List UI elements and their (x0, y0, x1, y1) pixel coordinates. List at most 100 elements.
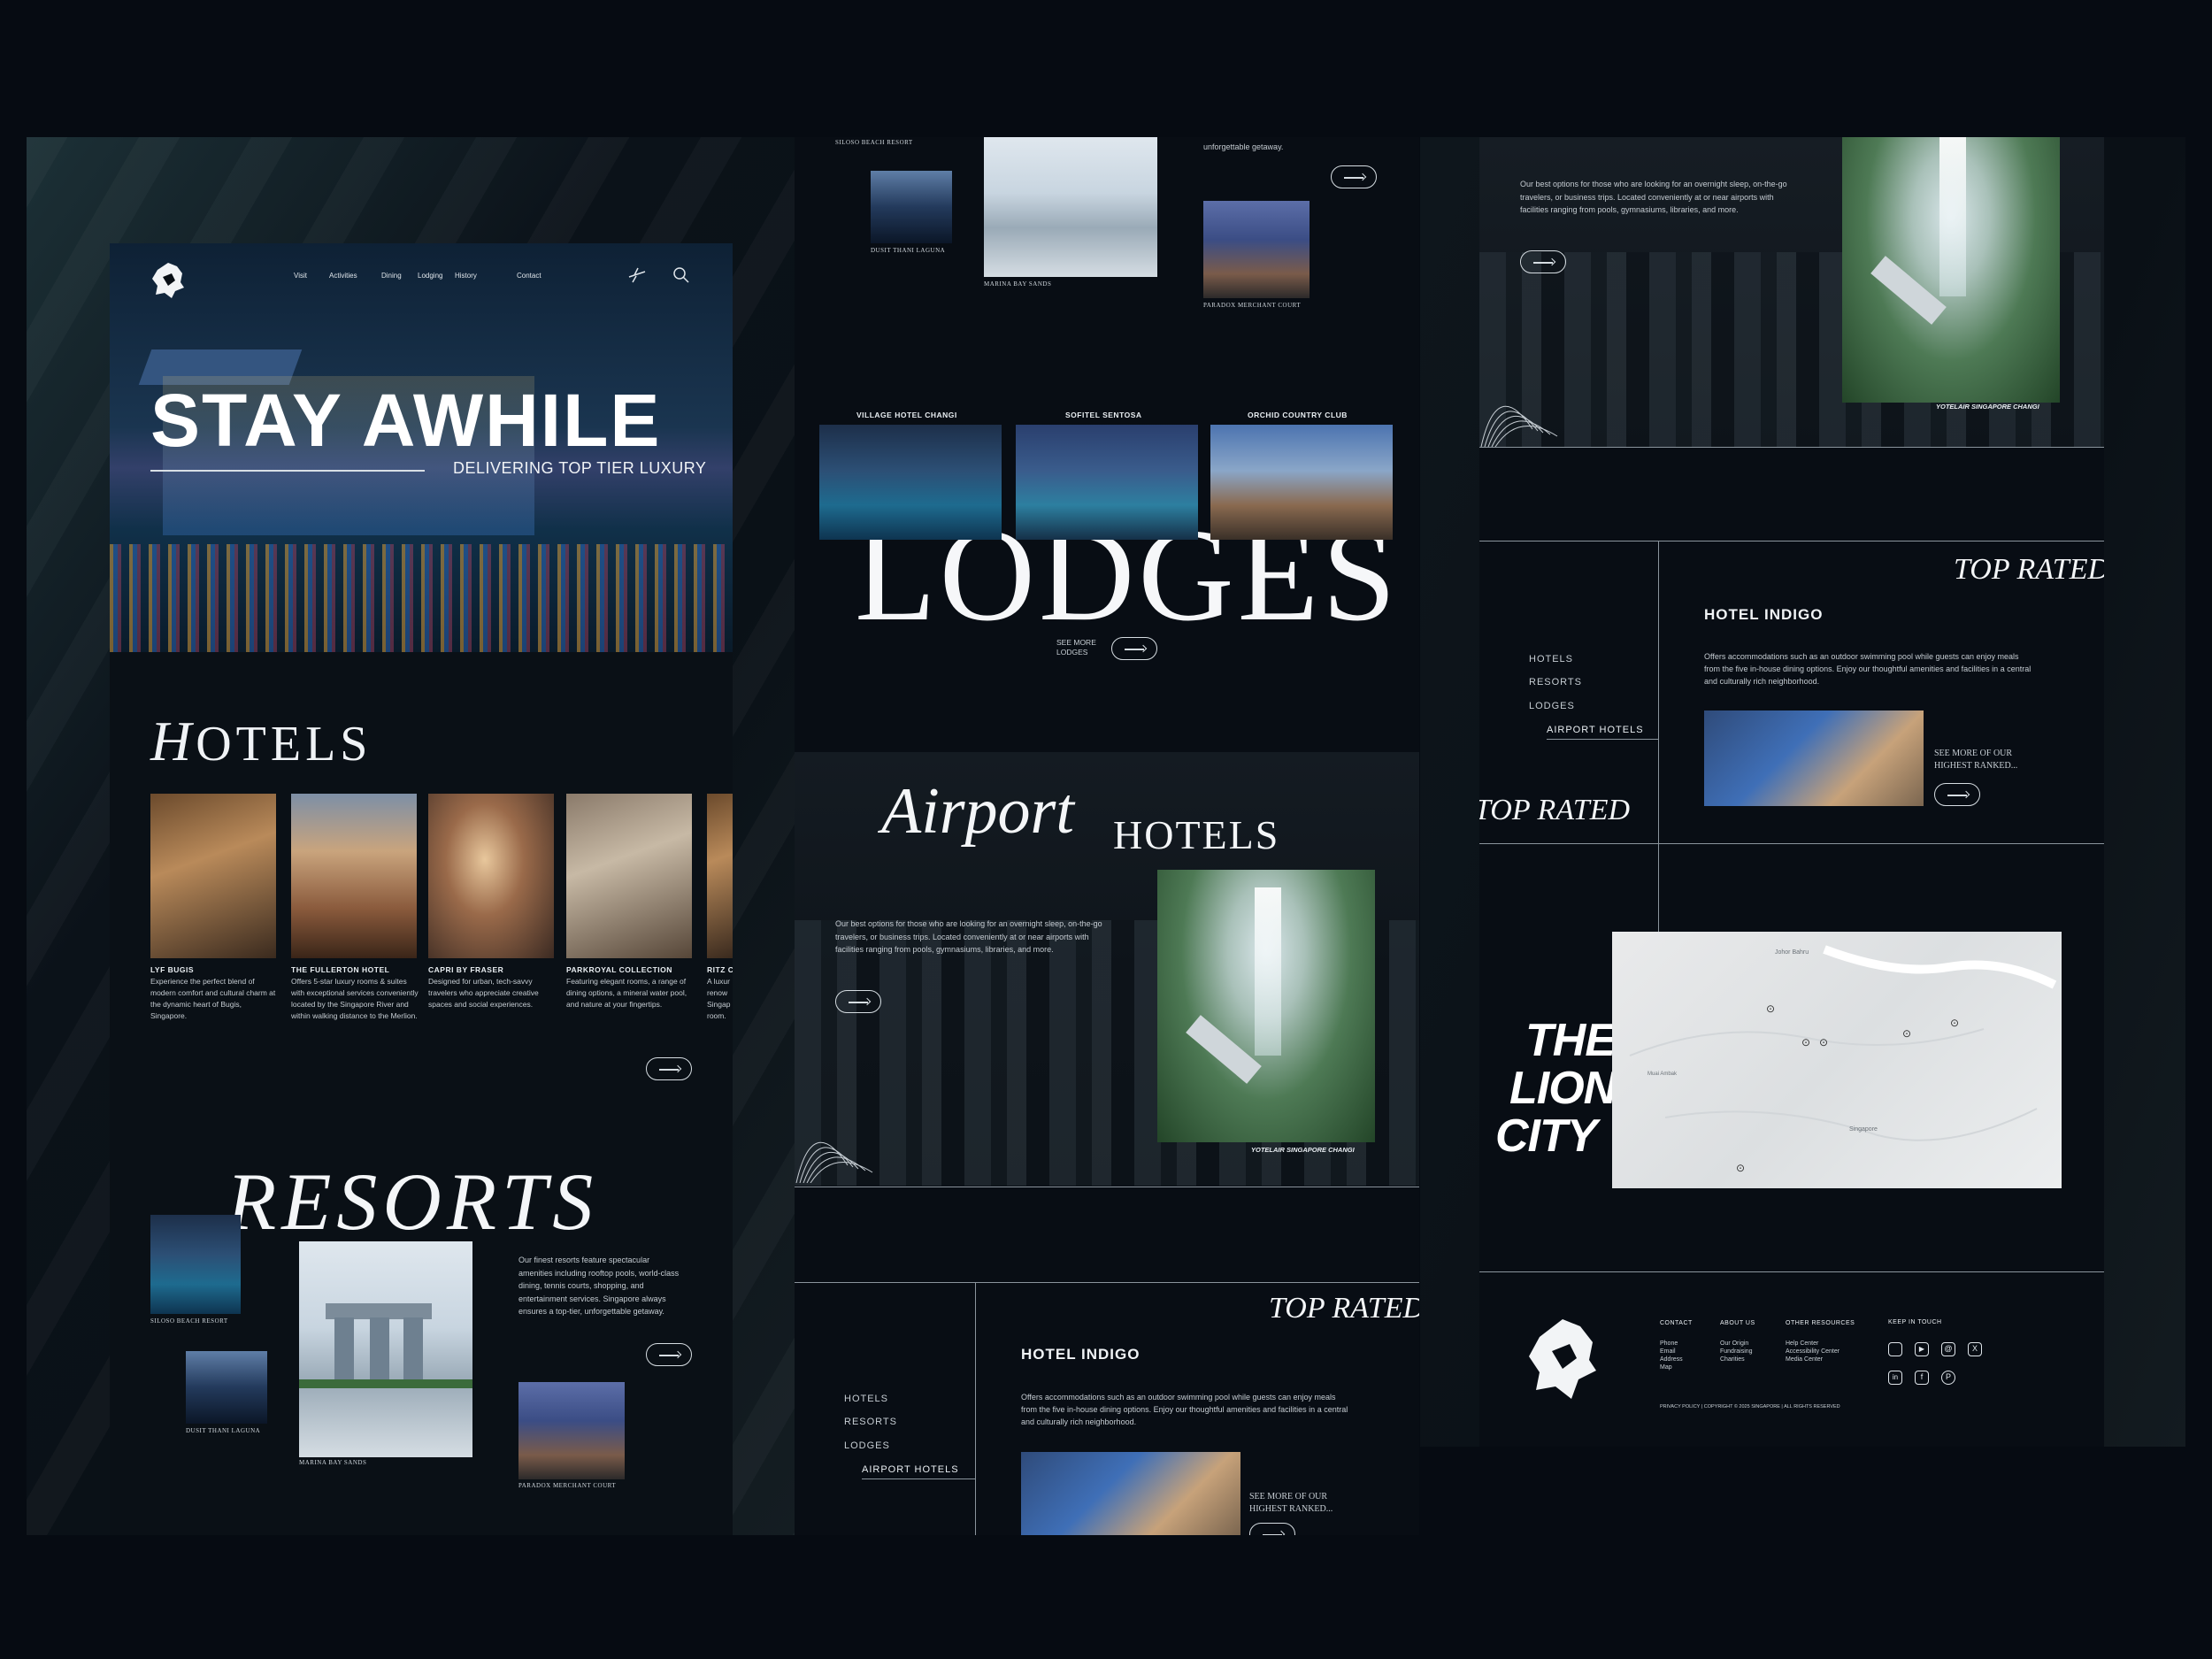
airport-image[interactable] (1157, 870, 1375, 1142)
menu-hotels[interactable]: HOTELS (844, 1394, 888, 1404)
hotel-card-image[interactable] (150, 794, 276, 958)
hotel-card-image[interactable] (291, 794, 417, 958)
section-divider (795, 1282, 1419, 1283)
see-more-highest-label: SEE MORE OF OUR HIGHEST RANKED... (1249, 1491, 1333, 1516)
resort-image[interactable] (186, 1351, 267, 1424)
nav-activities[interactable]: Activities (329, 272, 357, 280)
airport-caption: YOTELAIR SINGAPORE CHANGI (1936, 403, 2039, 411)
menu-resorts[interactable]: RESORTS (1529, 677, 1582, 687)
see-more-line-1: SEE MORE OF OUR (1249, 1492, 1328, 1502)
resort-image[interactable] (1203, 201, 1310, 298)
homepage-frame: Visit Activities Dining Lodging History … (110, 243, 733, 1535)
nav-history[interactable]: History (455, 272, 477, 280)
search-icon[interactable] (672, 266, 690, 284)
footer-legal[interactable]: PRIVACY POLICY | COPYRIGHT © 2025 SINGAP… (1660, 1404, 1840, 1409)
map-pin-icon[interactable]: ⊙ (1819, 1036, 1828, 1048)
singapore-map[interactable]: Johor Bahru Singapore Muai Ambak ⊙ ⊙ ⊙ ⊙… (1612, 932, 2062, 1188)
see-more-lodges-button[interactable] (1111, 637, 1157, 660)
lodge-image[interactable] (819, 425, 1002, 540)
resort-image[interactable] (518, 1382, 625, 1479)
hotel-card-desc: Experience the perfect blend of modern c… (150, 977, 276, 1020)
pinterest-icon[interactable]: P (1941, 1371, 1955, 1385)
footer-link[interactable]: Media Center (1786, 1356, 1855, 1363)
footer-link[interactable]: Fundraising (1720, 1348, 1755, 1356)
airport-next-button[interactable] (835, 990, 881, 1013)
lodge-image[interactable] (1016, 425, 1198, 540)
resort-caption: MARINA BAY SANDS (984, 280, 1052, 288)
resort-image[interactable] (150, 1215, 241, 1314)
footer-link[interactable]: Help Center (1786, 1340, 1855, 1348)
hotel-card-image[interactable] (428, 794, 554, 958)
map-pin-icon[interactable]: ⊙ (1950, 1017, 1959, 1029)
airplane-icon[interactable] (627, 266, 647, 284)
airport-script-heading: Airport (881, 775, 1074, 848)
footer-lion-logo-icon[interactable] (1527, 1317, 1598, 1402)
linkedin-icon[interactable]: in (1888, 1371, 1902, 1385)
lodge-caption: VILLAGE HOTEL CHANGI (856, 411, 957, 419)
see-more-highest-button[interactable] (1249, 1523, 1295, 1535)
footer-link[interactable]: Charities (1720, 1356, 1755, 1363)
hotel-card-title[interactable]: THE FULLERTON HOTEL (291, 965, 389, 974)
resort-caption: DUSIT THANI LAGUNA (186, 1427, 261, 1434)
lodge-image[interactable] (1210, 425, 1393, 540)
nav-lodging[interactable]: Lodging (418, 272, 442, 280)
see-more-line-2: LODGES (1056, 648, 1088, 657)
hotel-card-desc: A luxur renow Singap room. (707, 977, 731, 1020)
footer-link[interactable]: Accessibility Center (1786, 1348, 1855, 1356)
nav-visit[interactable]: Visit (294, 272, 307, 280)
middle-frame: SILOSO BEACH RESORT DUSIT THANI LAGUNA M… (795, 137, 1419, 1535)
airport-image[interactable] (1842, 137, 2060, 403)
nav-dining[interactable]: Dining (381, 272, 402, 280)
footer-col-title: ABOUT US (1720, 1320, 1755, 1326)
airport-next-button[interactable] (1520, 250, 1566, 273)
hotels-next-button[interactable] (646, 1057, 692, 1080)
youtube-icon[interactable]: ▶ (1915, 1342, 1929, 1356)
map-pin-icon[interactable]: ⊙ (1902, 1027, 1911, 1040)
top-rated-heading: TOP RATED (1954, 553, 2104, 586)
menu-hotels[interactable]: HOTELS (1529, 654, 1573, 664)
hotel-card-image[interactable] (707, 794, 733, 958)
map-pin-icon[interactable]: ⊙ (1766, 1002, 1775, 1015)
hotel-card-image[interactable] (566, 794, 692, 958)
footer-link[interactable]: Our Origin (1720, 1340, 1755, 1348)
menu-lodges[interactable]: LODGES (844, 1440, 890, 1451)
menu-resorts[interactable]: RESORTS (844, 1417, 897, 1427)
x-icon[interactable]: X (1968, 1342, 1982, 1356)
facebook-icon[interactable]: f (1915, 1371, 1929, 1385)
resorts-next-button[interactable] (646, 1343, 692, 1366)
menu-airport-hotels[interactable]: AIRPORT HOTELS (1547, 725, 1644, 735)
hotels-heading-initial: H (150, 710, 196, 772)
footer-link[interactable]: Email (1660, 1348, 1693, 1356)
lion-city-line: CITY (1495, 1110, 1597, 1162)
hotel-card-title[interactable]: LYF BUGIS (150, 965, 194, 974)
top-rated-image[interactable] (1704, 710, 1924, 806)
map-pin-icon[interactable]: ⊙ (1736, 1162, 1745, 1174)
top-rated-hotel-title[interactable]: HOTEL INDIGO (1021, 1346, 1140, 1363)
top-rated-desc: Offers accommodations such as an outdoor… (1704, 652, 2032, 686)
footer-link[interactable]: Map (1660, 1363, 1693, 1371)
menu-airport-hotels[interactable]: AIRPORT HOTELS (862, 1464, 959, 1475)
resorts-next-button[interactable] (1331, 165, 1377, 188)
lion-logo-icon[interactable] (150, 261, 186, 300)
hotel-card-desc: Designed for urban, tech-savvy travelers… (428, 977, 539, 1009)
hotel-card-title[interactable]: RITZ C (707, 965, 733, 974)
section-divider (1479, 843, 2104, 844)
instagram-icon[interactable] (1888, 1342, 1902, 1356)
resort-image[interactable] (984, 137, 1157, 277)
footer-link[interactable]: Phone (1660, 1340, 1693, 1348)
footer-link[interactable]: Address (1660, 1356, 1693, 1363)
menu-lodges[interactable]: LODGES (1529, 701, 1575, 711)
nav-contact[interactable]: Contact (517, 272, 541, 280)
column-divider (975, 1282, 976, 1535)
resort-image[interactable] (299, 1241, 472, 1457)
top-rated-hotel-title[interactable]: HOTEL INDIGO (1704, 606, 1823, 624)
resort-caption: SILOSO BEACH RESORT (835, 139, 913, 146)
hotel-card-title[interactable]: CAPRI BY FRASER (428, 965, 503, 974)
top-rated-image[interactable] (1021, 1452, 1240, 1535)
see-more-highest-button[interactable] (1934, 783, 1980, 806)
footer-resources-col: OTHER RESOURCES Help Center Accessibilit… (1786, 1319, 1855, 1363)
map-pin-icon[interactable]: ⊙ (1801, 1036, 1810, 1048)
hotel-card-title[interactable]: PARKROYAL COLLECTION (566, 965, 672, 974)
threads-icon[interactable]: @ (1941, 1342, 1955, 1356)
resort-image[interactable] (871, 171, 952, 243)
